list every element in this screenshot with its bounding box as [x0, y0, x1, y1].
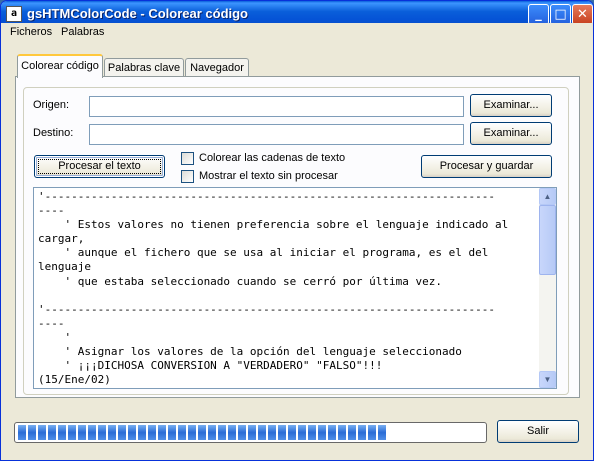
app-window: a gsHTMColorCode - Colorear código _ □ ✕… — [0, 0, 594, 461]
tab-navegador[interactable]: Navegador — [185, 58, 249, 78]
minimize-icon: _ — [535, 7, 542, 22]
progress-block — [148, 425, 156, 440]
progress-block — [88, 425, 96, 440]
close-button[interactable]: ✕ — [572, 4, 593, 25]
code-line: ' aunque el fichero que se usa al inicia… — [38, 246, 489, 260]
progress-block — [338, 425, 346, 440]
code-line: ' — [38, 330, 72, 344]
code-textarea[interactable]: '---------------------------------------… — [33, 187, 557, 389]
salir-button[interactable]: Salir — [497, 420, 579, 443]
close-icon: ✕ — [577, 7, 588, 22]
arrow-down-icon[interactable]: ▼ — [539, 371, 556, 388]
procesar-texto-label: Procesar el texto — [58, 160, 141, 172]
progress-block — [98, 425, 106, 440]
progress-block — [228, 425, 236, 440]
progress-block — [48, 425, 56, 440]
code-line: ' Estos valores no tienen preferencia so… — [38, 218, 509, 232]
progress-block — [308, 425, 316, 440]
progress-block — [58, 425, 66, 440]
code-line: ---- — [38, 316, 65, 330]
progress-block — [128, 425, 136, 440]
mostrar-sin-procesar-checkbox[interactable] — [181, 170, 194, 183]
progress-block — [78, 425, 86, 440]
arrow-up-icon[interactable]: ▲ — [539, 188, 556, 205]
code-content: '---------------------------------------… — [38, 190, 538, 387]
progress-block — [378, 425, 386, 440]
progress-block — [288, 425, 296, 440]
progress-block — [138, 425, 146, 440]
progress-block — [18, 425, 26, 440]
progress-block — [248, 425, 256, 440]
progress-block — [38, 425, 46, 440]
progress-block — [238, 425, 246, 440]
progress-block — [348, 425, 356, 440]
code-line: '---------------------------------------… — [38, 190, 495, 203]
scrollbar-thumb[interactable] — [539, 205, 556, 275]
progress-fill — [18, 425, 483, 440]
progress-block — [328, 425, 336, 440]
progress-block — [198, 425, 206, 440]
origen-input[interactable] — [89, 96, 464, 117]
window-title: gsHTMColorCode - Colorear código — [27, 6, 248, 21]
procesar-guardar-button[interactable]: Procesar y guardar — [421, 155, 552, 178]
tab-colorear-codigo[interactable]: Colorear código — [17, 54, 103, 78]
progress-block — [168, 425, 176, 440]
progress-block — [258, 425, 266, 440]
code-line: '---------------------------------------… — [38, 302, 495, 316]
progress-block — [118, 425, 126, 440]
colorear-cadenas-checkbox[interactable] — [181, 152, 194, 165]
code-line: cargar, — [38, 232, 85, 246]
examinar-destino-button[interactable]: Examinar... — [470, 122, 552, 145]
progress-block — [298, 425, 306, 440]
progress-block — [158, 425, 166, 440]
maximize-button[interactable]: □ — [550, 4, 571, 25]
progress-block — [318, 425, 326, 440]
code-line: ' Asignar los valores de la opción del l… — [38, 345, 462, 359]
destino-input[interactable] — [89, 124, 464, 145]
destino-label: Destino: — [33, 127, 74, 139]
app-icon: a — [6, 6, 22, 22]
code-line: ' que estaba seleccionado cuando se cerr… — [38, 274, 442, 288]
mostrar-sin-procesar-label[interactable]: Mostrar el texto sin procesar — [199, 170, 338, 182]
procesar-texto-button[interactable]: Procesar el texto — [34, 155, 165, 178]
progress-block — [68, 425, 76, 440]
progress-block — [178, 425, 186, 440]
progress-block — [108, 425, 116, 440]
code-line: ---- — [38, 204, 65, 218]
colorear-cadenas-label[interactable]: Colorear las cadenas de texto — [199, 152, 345, 164]
code-line: (15/Ene/02) — [38, 373, 111, 387]
menu-ficheros[interactable]: Ficheros — [10, 26, 52, 38]
minimize-button[interactable]: _ — [528, 4, 549, 25]
examinar-origen-button[interactable]: Examinar... — [470, 94, 552, 117]
progress-bar — [14, 422, 487, 443]
origen-label: Origen: — [33, 99, 70, 111]
progress-block — [268, 425, 276, 440]
vertical-scrollbar[interactable]: ▲ ▼ — [539, 188, 556, 388]
progress-block — [358, 425, 366, 440]
progress-block — [188, 425, 196, 440]
progress-block — [368, 425, 376, 440]
menu-palabras[interactable]: Palabras — [61, 26, 104, 38]
maximize-icon: □ — [554, 7, 567, 22]
progress-block — [28, 425, 36, 440]
code-line: ' ¡¡¡DICHOSA CONVERSION A "VERDADERO" "F… — [38, 359, 383, 373]
progress-block — [218, 425, 226, 440]
progress-block — [208, 425, 216, 440]
tab-palabras-clave[interactable]: Palabras clave — [104, 58, 184, 78]
progress-block — [278, 425, 286, 440]
menu-bar: Ficheros Palabras — [1, 23, 593, 43]
code-line: lenguaje — [38, 260, 91, 274]
